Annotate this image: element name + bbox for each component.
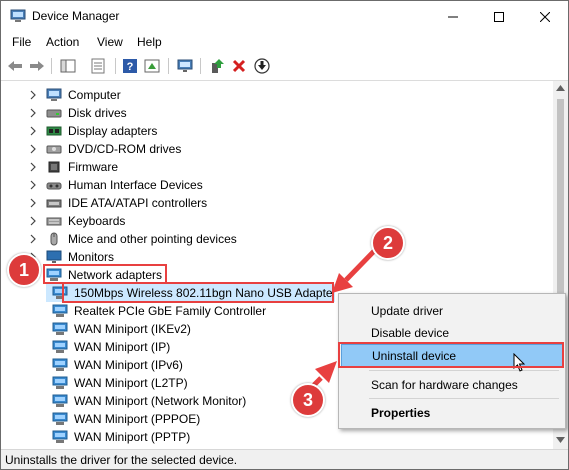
step-2-badge: 2 <box>371 226 405 260</box>
device-manager-window: Device Manager File Action View Help ? C… <box>0 0 569 470</box>
step-3-badge: 3 <box>291 383 325 417</box>
annotation-arrows <box>304 244 381 395</box>
step-1-badge: 1 <box>7 253 41 287</box>
